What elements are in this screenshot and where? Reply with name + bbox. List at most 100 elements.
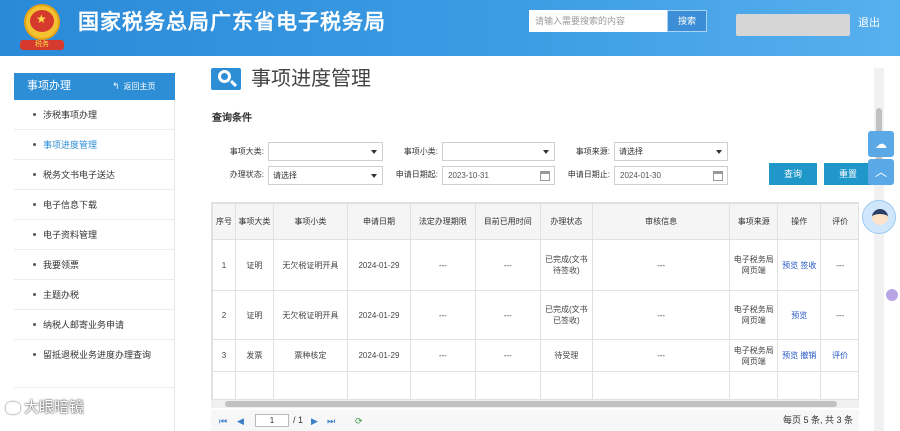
sidebar-item-label: 税务文书电子送达: [43, 170, 116, 180]
preview-link[interactable]: 预览: [782, 261, 798, 270]
status-label: 办理状态:: [229, 170, 264, 179]
back-to-top-icon[interactable]: ︿: [868, 159, 894, 185]
chevron-down-icon: [716, 150, 722, 154]
sidebar-item-label: 留抵退税业务进度办理查询: [43, 350, 152, 360]
scrollbar-thumb[interactable]: [225, 401, 837, 407]
sidebar-item-refund-query[interactable]: 留抵退税业务进度办理查询: [14, 340, 175, 388]
pagination-summary: 每页 5 条, 共 3 条: [782, 415, 853, 425]
cell-source: 电子税务局网页端: [729, 339, 779, 372]
column-header: 目前已用时间: [474, 203, 541, 240]
sidebar-item-tax-matters[interactable]: 涉税事项办理: [14, 100, 175, 130]
back-home-link[interactable]: ↰ 返回主页: [112, 80, 174, 94]
sidebar-item-themes[interactable]: 主题办税: [14, 280, 175, 310]
next-page-icon[interactable]: ▶: [311, 416, 318, 426]
cell-no: 3: [212, 339, 237, 372]
cell-audit: ---: [592, 339, 731, 372]
date-end-label: 申请日期止:: [567, 170, 610, 179]
cell-actions: 预览 撤销: [777, 339, 822, 372]
cell-subcategory: 无欠税证明开具: [272, 290, 349, 340]
column-header: 事项小类: [272, 203, 349, 240]
page-number-input[interactable]: 1: [255, 414, 289, 427]
calendar-icon[interactable]: [540, 171, 550, 181]
refresh-icon[interactable]: ⟳: [355, 416, 363, 426]
revoke-link[interactable]: 撤销: [800, 351, 816, 360]
search-input[interactable]: [529, 10, 667, 32]
table-row: 2 证明 无欠税证明开具 2024-01-29 --- --- 已完成(文书已签…: [212, 290, 858, 340]
sidebar-item-label: 纳税人邮寄业务申请: [43, 320, 125, 330]
horizontal-scrollbar[interactable]: [211, 400, 859, 408]
table-row: 1 证明 无欠税证明开具 2024-01-29 --- --- 已完成(文书待签…: [212, 239, 858, 291]
cell-audit: ---: [592, 290, 731, 340]
search-icon: [211, 68, 241, 90]
site-header: ★ 税务 国家税务总局广东省电子税务局 搜索 退出: [0, 0, 900, 56]
chevron-down-icon: [371, 150, 377, 154]
bullet-icon: [33, 323, 36, 326]
sidebar-item-label: 涉税事项办理: [43, 110, 98, 120]
bullet-icon: [33, 293, 36, 296]
sidebar-item-label: 主题办税: [43, 290, 80, 300]
logout-link[interactable]: 退出: [858, 16, 880, 30]
cell-category: 发票: [235, 339, 274, 372]
user-name-box[interactable]: [736, 14, 850, 36]
bullet-icon: [33, 143, 36, 146]
preview-link[interactable]: 预览: [782, 351, 798, 360]
category-select[interactable]: [268, 142, 383, 161]
first-page-icon[interactable]: ⏮: [219, 416, 227, 426]
sidebar-header: 事项办理 ↰ 返回主页: [14, 73, 175, 100]
sign-link[interactable]: 签收: [800, 261, 816, 270]
column-header: 事项来源: [729, 203, 779, 240]
sidebar-item-get-invoice[interactable]: 我要领票: [14, 250, 175, 280]
rate-link[interactable]: 评价: [832, 351, 848, 360]
sidebar: 事项办理 ↰ 返回主页 涉税事项办理 事项进度管理 税务文书电子送达 电子信息下载…: [14, 73, 175, 431]
calendar-icon[interactable]: [713, 171, 723, 181]
date-end-value: 2024-01-30: [620, 171, 661, 180]
prev-page-icon[interactable]: ◀: [237, 416, 244, 426]
source-select[interactable]: 请选择: [614, 142, 728, 161]
column-header: 操作: [777, 203, 822, 240]
sidebar-item-mail-request[interactable]: 纳税人邮寄业务申请: [14, 310, 175, 340]
cell-rating: 评价: [820, 339, 858, 372]
cell-category: 证明: [235, 290, 274, 340]
preview-link[interactable]: 预览: [791, 311, 807, 320]
sidebar-item-label: 事项进度管理: [43, 140, 98, 150]
vertical-scrollbar[interactable]: [874, 68, 884, 431]
sidebar-item-download[interactable]: 电子信息下载: [14, 190, 175, 220]
date-start-input[interactable]: 2023-10-31: [442, 166, 555, 185]
date-start-label: 申请日期起:: [395, 170, 438, 179]
pagination-bar: ⏮ ◀ 1 / 1 ▶ ⏭ ⟳ 每页 5 条, 共 3 条: [211, 410, 859, 431]
query-button[interactable]: 查询: [769, 163, 817, 185]
cell-elapsed: ---: [474, 290, 541, 340]
reset-button[interactable]: 重置: [824, 163, 872, 185]
bullet-icon: [33, 233, 36, 236]
table-header-row: 序号 事项大类 事项小类 申请日期 法定办理期限 目前已用时间 办理状态 审核信…: [212, 203, 858, 240]
source-value: 请选择: [619, 147, 643, 156]
bullet-icon: [33, 353, 36, 356]
cell-source: 电子税务局网页端: [729, 239, 779, 291]
sidebar-item-label: 我要领票: [43, 260, 80, 270]
cell-category: 证明: [235, 239, 274, 291]
last-page-icon[interactable]: ⏭: [327, 416, 335, 426]
cell-deadline: ---: [409, 290, 476, 340]
table-row: 3 发票 票种核定 2024-01-29 --- --- 待受理 --- 电子税…: [212, 339, 858, 372]
progress-table: 序号 事项大类 事项小类 申请日期 法定办理期限 目前已用时间 办理状态 审核信…: [211, 202, 859, 400]
search-button[interactable]: 搜索: [667, 10, 707, 32]
sidebar-item-e-delivery[interactable]: 税务文书电子送达: [14, 160, 175, 190]
sidebar-item-label: 电子信息下载: [43, 200, 98, 210]
cell-no: 1: [212, 239, 237, 291]
cell-audit: ---: [592, 239, 731, 291]
sidebar-item-e-documents[interactable]: 电子资料管理: [14, 220, 175, 250]
status-select[interactable]: 请选择: [268, 166, 383, 185]
sidebar-item-progress[interactable]: 事项进度管理: [14, 130, 175, 160]
cell-deadline: ---: [409, 239, 476, 291]
assistant-avatar-icon[interactable]: [862, 200, 896, 234]
cell-subcategory: 票种核定: [272, 339, 349, 372]
date-end-input[interactable]: 2024-01-30: [614, 166, 728, 185]
cell-actions: 预览 签收: [777, 239, 822, 291]
watermark-text: 大眼暗镜: [24, 398, 85, 416]
tax-emblem-icon: ★ 税务: [20, 4, 64, 50]
floating-dot-icon[interactable]: [886, 289, 898, 301]
subcategory-select[interactable]: [442, 142, 555, 161]
column-header: 序号: [212, 203, 237, 240]
chat-icon[interactable]: ☁: [868, 131, 894, 157]
status-value: 请选择: [273, 171, 297, 180]
